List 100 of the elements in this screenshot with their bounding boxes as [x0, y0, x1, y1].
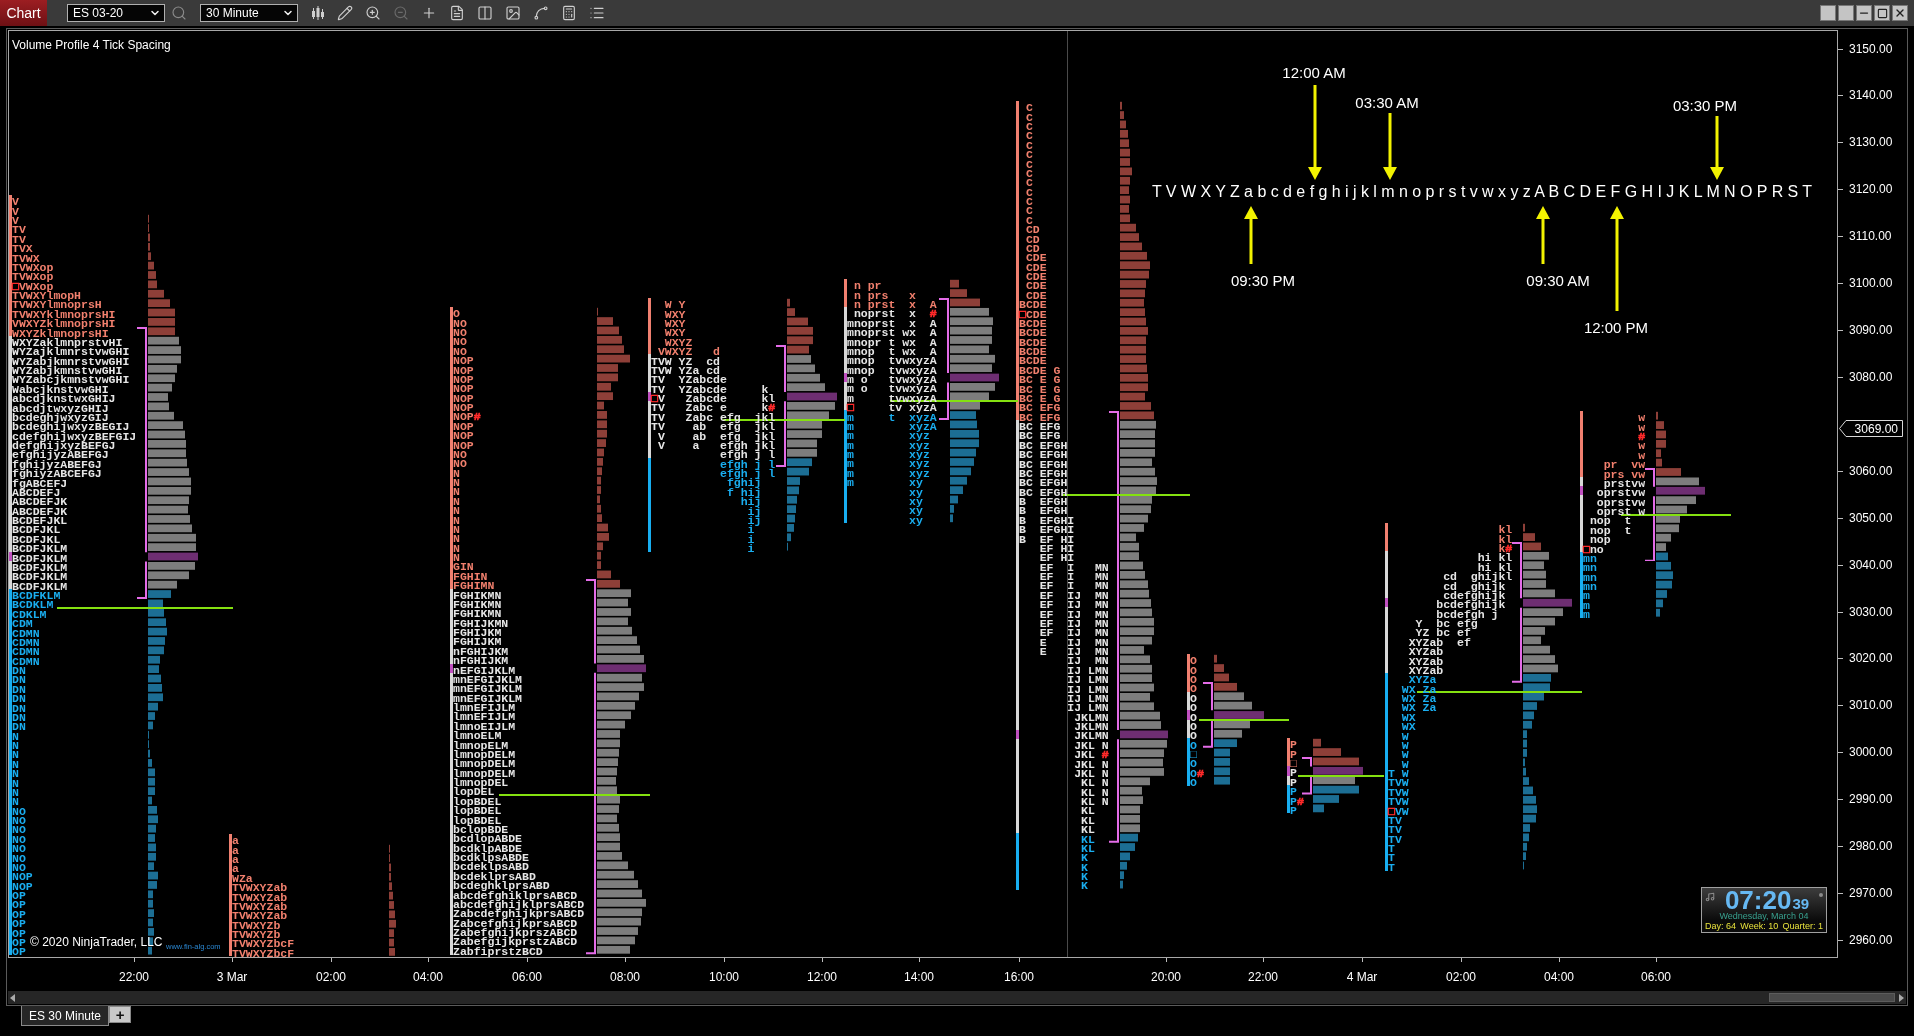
tpo-letters: BC EFGH [1019, 457, 1068, 467]
tpo-letters: N [453, 476, 460, 486]
tpo-letters: a [232, 843, 239, 854]
tpo-letters: N [453, 513, 460, 523]
time-marker-label: 09:30 AM [1526, 271, 1590, 289]
tpo-letters: W [1400, 729, 1409, 739]
tpo-letters: DN [12, 692, 26, 702]
tpo-letters: CDE [1024, 260, 1047, 271]
tpo-letters: E IJ MN [1038, 635, 1109, 646]
tpo-letters: WXY [663, 317, 686, 327]
tpo-letters: DN [12, 682, 26, 693]
tpo-letters: WXYZ [664, 335, 693, 346]
time-label: 10:00 [709, 970, 739, 984]
tpo-letters: nFGHIJKM [453, 644, 509, 655]
tpo-letters: TV [12, 232, 26, 243]
tpo-letters: N [12, 776, 19, 786]
tpo-letters: B EFGHI [1019, 513, 1075, 524]
tpo-letters: BCDFKLM [12, 589, 61, 599]
tpo-letters: CD [1024, 223, 1040, 233]
tpo-letters: OP [12, 926, 26, 936]
tpo-letters: BC EFG [1019, 401, 1061, 411]
tpo-letters: NOP [453, 438, 474, 448]
tpo-letters: pr vw [1602, 458, 1646, 468]
tpo-letters: BC E G [1019, 373, 1061, 383]
tpo-letters: k# [1497, 542, 1513, 552]
price-label: 3150.00 [1849, 41, 1893, 56]
tpo-letters: W [1400, 748, 1409, 758]
tpo-letters: P [1290, 747, 1297, 758]
tpo-letters: O [1190, 663, 1197, 674]
tpo-letters: NO [453, 326, 467, 336]
price-label: 3140.00 [1849, 88, 1893, 103]
time-label: 12:00 [807, 970, 837, 984]
time-label: 22:00 [119, 970, 149, 984]
tpo-letters: CDKLM [12, 607, 47, 618]
tpo-letters: TVWXYZab [232, 899, 288, 910]
tpo-letters: ABCDEFJK [12, 495, 68, 505]
price-label: 3040.00 [1849, 557, 1893, 572]
tpo-letters: O [1190, 738, 1197, 749]
tpo-letters: BC EFGH [1019, 485, 1068, 496]
tpo-letters: kl [1497, 523, 1513, 533]
tpo-letters: B EFGHI [1019, 523, 1075, 533]
tpo-letters: BCDE [1019, 345, 1047, 355]
tpo-letters: OP [12, 917, 26, 927]
tpo-letters: FGHIMN [453, 579, 495, 589]
tpo-letters: C [1024, 185, 1033, 196]
current-price-marker: 3069.00 [1839, 420, 1903, 437]
tpo-letters: nEFGIJKLM [453, 663, 516, 673]
tpo-letters: BC EFGH [1019, 476, 1068, 486]
tpo-letters: i [746, 523, 755, 533]
tpo-letters: FGHIKMN [453, 588, 502, 598]
tpo-letters: B EF HI [1019, 532, 1075, 542]
tpo-letters: BC EFG [1019, 420, 1061, 430]
tpo-letters: N [12, 767, 19, 777]
tpo-letters: CDMN [12, 654, 40, 665]
time-marker-label: 12:00 PM [1583, 318, 1649, 336]
tpo-letters: FGHIJKM [453, 626, 502, 636]
tpo-letters: DN [12, 720, 26, 730]
tpo-letters: NO [12, 832, 26, 843]
tpo-letters: hi kl [1477, 560, 1513, 571]
tpo-letters: DN [12, 664, 26, 674]
tpo-letters: KL N [1080, 795, 1109, 805]
tpo-letters: NO [12, 814, 26, 824]
period-letter-sequence: T V W X Y Z a b c d e f g h i j k l m n o p r s t v w x y z A B C D E F G H I J K L M N O P R S T [1152, 183, 1813, 201]
tpo-letters: BC EFGH [1019, 438, 1068, 449]
tpo-letters: C [1024, 129, 1033, 139]
price-label: 3100.00 [1849, 276, 1893, 291]
tpo-letters: CDMN [12, 645, 40, 655]
tpo-letters: B EFGH [1019, 504, 1068, 514]
tpo-letters: TVW [1388, 776, 1409, 786]
tpo-letters: NOP [453, 354, 474, 364]
tpo-letters: NO [453, 457, 467, 467]
tpo-letters: BCDE [1019, 354, 1047, 364]
tpo-letters: KL N [1081, 776, 1109, 786]
time-label: 04:00 [413, 970, 443, 984]
price-label: 2970.00 [1849, 886, 1893, 901]
tpo-letters: WZa [232, 871, 253, 882]
tpo-letters: P [1290, 766, 1297, 776]
tpo-letters: C [1024, 157, 1033, 167]
time-label: 20:00 [1151, 970, 1181, 984]
tpo-letters: JKL N [1073, 757, 1109, 767]
tpo-letters: BCDE [1019, 335, 1047, 346]
price-label: 2960.00 [1849, 932, 1893, 947]
tpo-letters: TV [1388, 823, 1402, 833]
tpo-letters: C [1024, 101, 1033, 111]
tpo-letters: w [1637, 448, 1646, 459]
tpo-letters: BCDFJKLM [12, 542, 68, 552]
tpo-letters: mn [1583, 570, 1597, 581]
tpo-letters: C [1024, 213, 1033, 224]
tpo-letters: BC EFG [1019, 429, 1061, 439]
tpo-letters: EF HI [1038, 551, 1075, 561]
tpo-letters: BCDE [1019, 326, 1047, 336]
tpo-letters: cd ghijkl [1442, 570, 1513, 580]
tpo-letters: CDE [1024, 270, 1047, 280]
price-label: 3000.00 [1849, 745, 1893, 760]
tpo-letters: □VW [1388, 804, 1409, 814]
tpo-letters: BC EFGH [1019, 448, 1068, 458]
tpo-letters: TVWX [12, 251, 40, 261]
tpo-letters: IJ MN [1066, 654, 1109, 664]
tpo-letters: FGHIJKMN [453, 616, 509, 627]
tpo-letters: NO [453, 335, 467, 345]
